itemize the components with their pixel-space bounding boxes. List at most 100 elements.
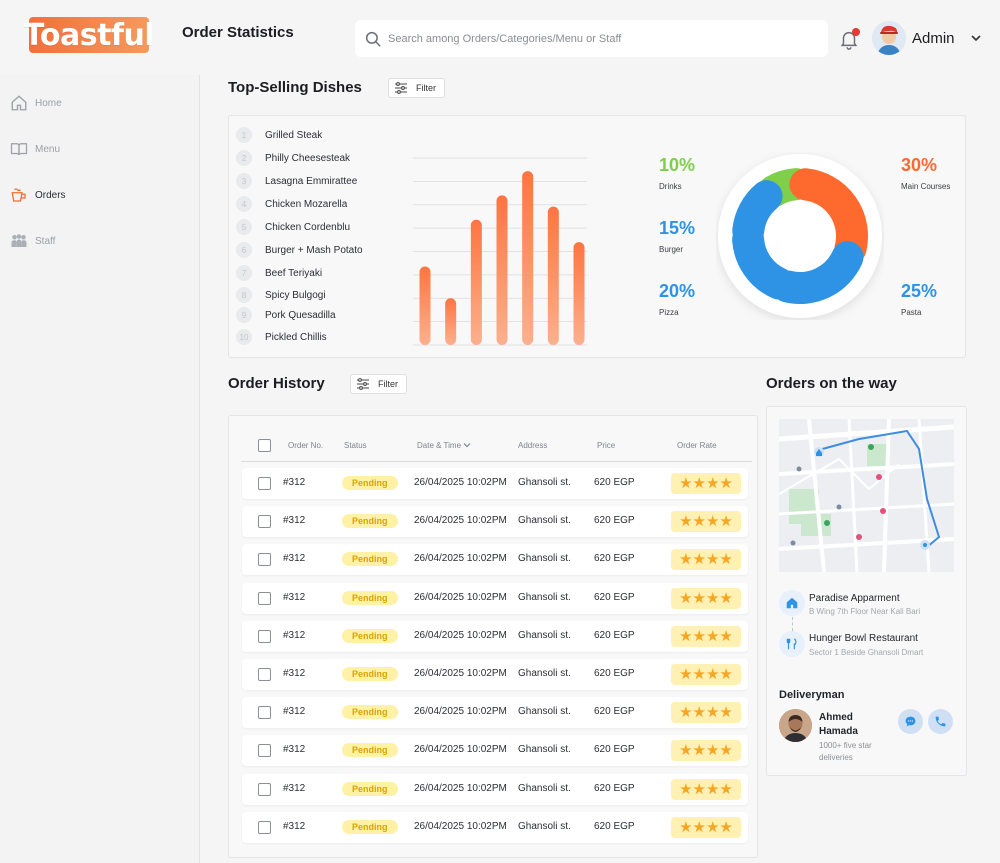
sidebar-item-home[interactable]: Home (10, 91, 62, 115)
sidebar-item-menu[interactable]: Menu (10, 137, 60, 161)
dish-item[interactable]: 4 Chicken Mozarella (236, 196, 347, 212)
order-price: 620 EGP (594, 821, 635, 832)
row-checkbox[interactable] (258, 515, 271, 528)
pie-slice[interactable] (732, 180, 783, 247)
status-badge: Pending (342, 782, 398, 796)
app-logo[interactable]: Toastful (24, 17, 155, 53)
column-header-order-rate[interactable]: Order Rate (677, 441, 717, 450)
dish-rank: 7 (236, 265, 252, 281)
table-row[interactable]: #312 Pending 26/04/2025 10:02PM Ghansoli st… (242, 506, 748, 537)
chat-button[interactable] (898, 709, 923, 734)
row-checkbox[interactable] (258, 744, 271, 757)
row-checkbox[interactable] (258, 592, 271, 605)
table-row[interactable]: #312 Pending 26/04/2025 10:02PM Ghansoli st… (242, 621, 748, 652)
user-name[interactable]: Admin (912, 30, 955, 47)
table-row[interactable]: #312 Pending 26/04/2025 10:02PM Ghansoli st… (242, 544, 748, 575)
book-icon (10, 143, 28, 156)
bar[interactable] (573, 242, 585, 345)
home-icon (786, 597, 798, 609)
sidebar-item-orders[interactable]: Orders (10, 183, 66, 207)
row-checkbox[interactable] (258, 706, 271, 719)
delivery-map[interactable] (779, 419, 954, 572)
bar[interactable] (445, 298, 457, 345)
table-row[interactable]: #312 Pending 26/04/2025 10:02PM Ghansoli st… (242, 812, 748, 843)
bar[interactable] (547, 206, 559, 345)
row-checkbox[interactable] (258, 553, 271, 566)
header-divider (241, 461, 752, 462)
order-number: #312 (283, 592, 306, 603)
order-number: #312 (283, 783, 306, 794)
phone-icon (935, 716, 946, 727)
order-number: #312 (283, 821, 306, 832)
person-icon (779, 709, 812, 742)
top-selling-title: Top-Selling Dishes (228, 79, 362, 96)
dish-rank: 3 (236, 173, 252, 189)
chevron-down-icon[interactable] (970, 33, 982, 43)
order-number: #312 (283, 706, 306, 717)
dish-item[interactable]: 2 Philly Cheesesteak (236, 150, 350, 166)
dish-item[interactable]: 3 Lasagna Emmirattee (236, 173, 357, 189)
dish-name: Chicken Cordenblu (265, 221, 351, 233)
column-header-price[interactable]: Price (597, 441, 615, 450)
select-all-checkbox[interactable] (258, 439, 271, 452)
dish-name: Philly Cheesesteak (265, 152, 351, 164)
sidebar-item-staff[interactable]: Staff (10, 229, 55, 253)
row-checkbox[interactable] (258, 630, 271, 643)
table-row[interactable]: #312 Pending 26/04/2025 10:02PM Ghansoli st… (242, 697, 748, 728)
call-button[interactable] (928, 709, 953, 734)
user-avatar[interactable] (872, 21, 906, 55)
order-datetime: 26/04/2025 10:02PM (414, 706, 507, 717)
table-row[interactable]: #312 Pending 26/04/2025 10:02PM Ghansoli st… (242, 659, 748, 690)
table-row[interactable]: #312 Pending 26/04/2025 10:02PM Ghansoli st… (242, 774, 748, 805)
column-header-order-no[interactable]: Order No. (288, 441, 323, 450)
bar[interactable] (522, 171, 534, 345)
dish-item[interactable]: 5 Chicken Cordenblu (236, 219, 350, 235)
column-header-status[interactable]: Status (344, 441, 367, 450)
slice-percent: 10% (659, 155, 696, 175)
sliders-icon (395, 82, 407, 94)
dish-rank: 9 (236, 307, 252, 323)
column-header-datetime[interactable]: Date & Time (417, 441, 471, 450)
order-history-filter-button[interactable]: Filter (350, 374, 407, 394)
row-checkbox[interactable] (258, 668, 271, 681)
chat-icon (905, 716, 916, 727)
dish-name: Pork Quesadilla (265, 309, 336, 321)
sidebar-item-label: Home (35, 97, 62, 109)
row-checkbox[interactable] (258, 477, 271, 490)
order-datetime: 26/04/2025 10:02PM (414, 668, 507, 679)
dish-item[interactable]: 1 Grilled Steak (236, 127, 322, 143)
dish-item[interactable]: 9 Pork Quesadilla (236, 307, 336, 323)
slice-percent: 30% (901, 155, 938, 175)
order-price: 620 EGP (594, 668, 635, 679)
table-row[interactable]: #312 Pending 26/04/2025 10:02PM Ghansoli st… (242, 735, 748, 766)
dish-rank: 4 (236, 196, 252, 212)
search-input[interactable] (388, 32, 808, 45)
order-number: #312 (283, 553, 306, 564)
donut-chart (718, 154, 882, 318)
row-checkbox[interactable] (258, 783, 271, 796)
home-location-icon (779, 590, 805, 616)
table-row[interactable]: #312 Pending 26/04/2025 10:02PM Ghansoli st… (242, 468, 748, 499)
map-image (779, 419, 954, 572)
logo-text: Toastful (23, 17, 155, 53)
row-checkbox[interactable] (258, 821, 271, 834)
order-history-title: Order History (228, 375, 325, 392)
table-row[interactable]: #312 Pending 26/04/2025 10:02PM Ghansoli st… (242, 583, 748, 614)
bar[interactable] (419, 266, 431, 345)
bar-chart (413, 157, 587, 346)
column-header-address[interactable]: Address (518, 441, 547, 450)
dish-item[interactable]: 8 Spicy Bulgogi (236, 287, 326, 303)
dish-item[interactable]: 6 Burger + Mash Potato (236, 242, 363, 258)
top-selling-filter-button[interactable]: Filter (388, 78, 445, 98)
restaurant-subtitle: Sector 1 Beside Ghansoli Dmart (809, 648, 924, 657)
order-datetime: 26/04/2025 10:02PM (414, 592, 507, 603)
order-datetime: 26/04/2025 10:02PM (414, 515, 507, 526)
dish-item[interactable]: 7 Beef Teriyaki (236, 265, 322, 281)
bar[interactable] (470, 219, 482, 345)
order-number: #312 (283, 477, 306, 488)
dish-item[interactable]: 10 Pickled Chillis (236, 329, 327, 345)
filter-label: Filter (416, 83, 436, 93)
bar[interactable] (496, 195, 508, 345)
search-bar[interactable] (355, 20, 828, 57)
notification-dot (852, 28, 860, 36)
